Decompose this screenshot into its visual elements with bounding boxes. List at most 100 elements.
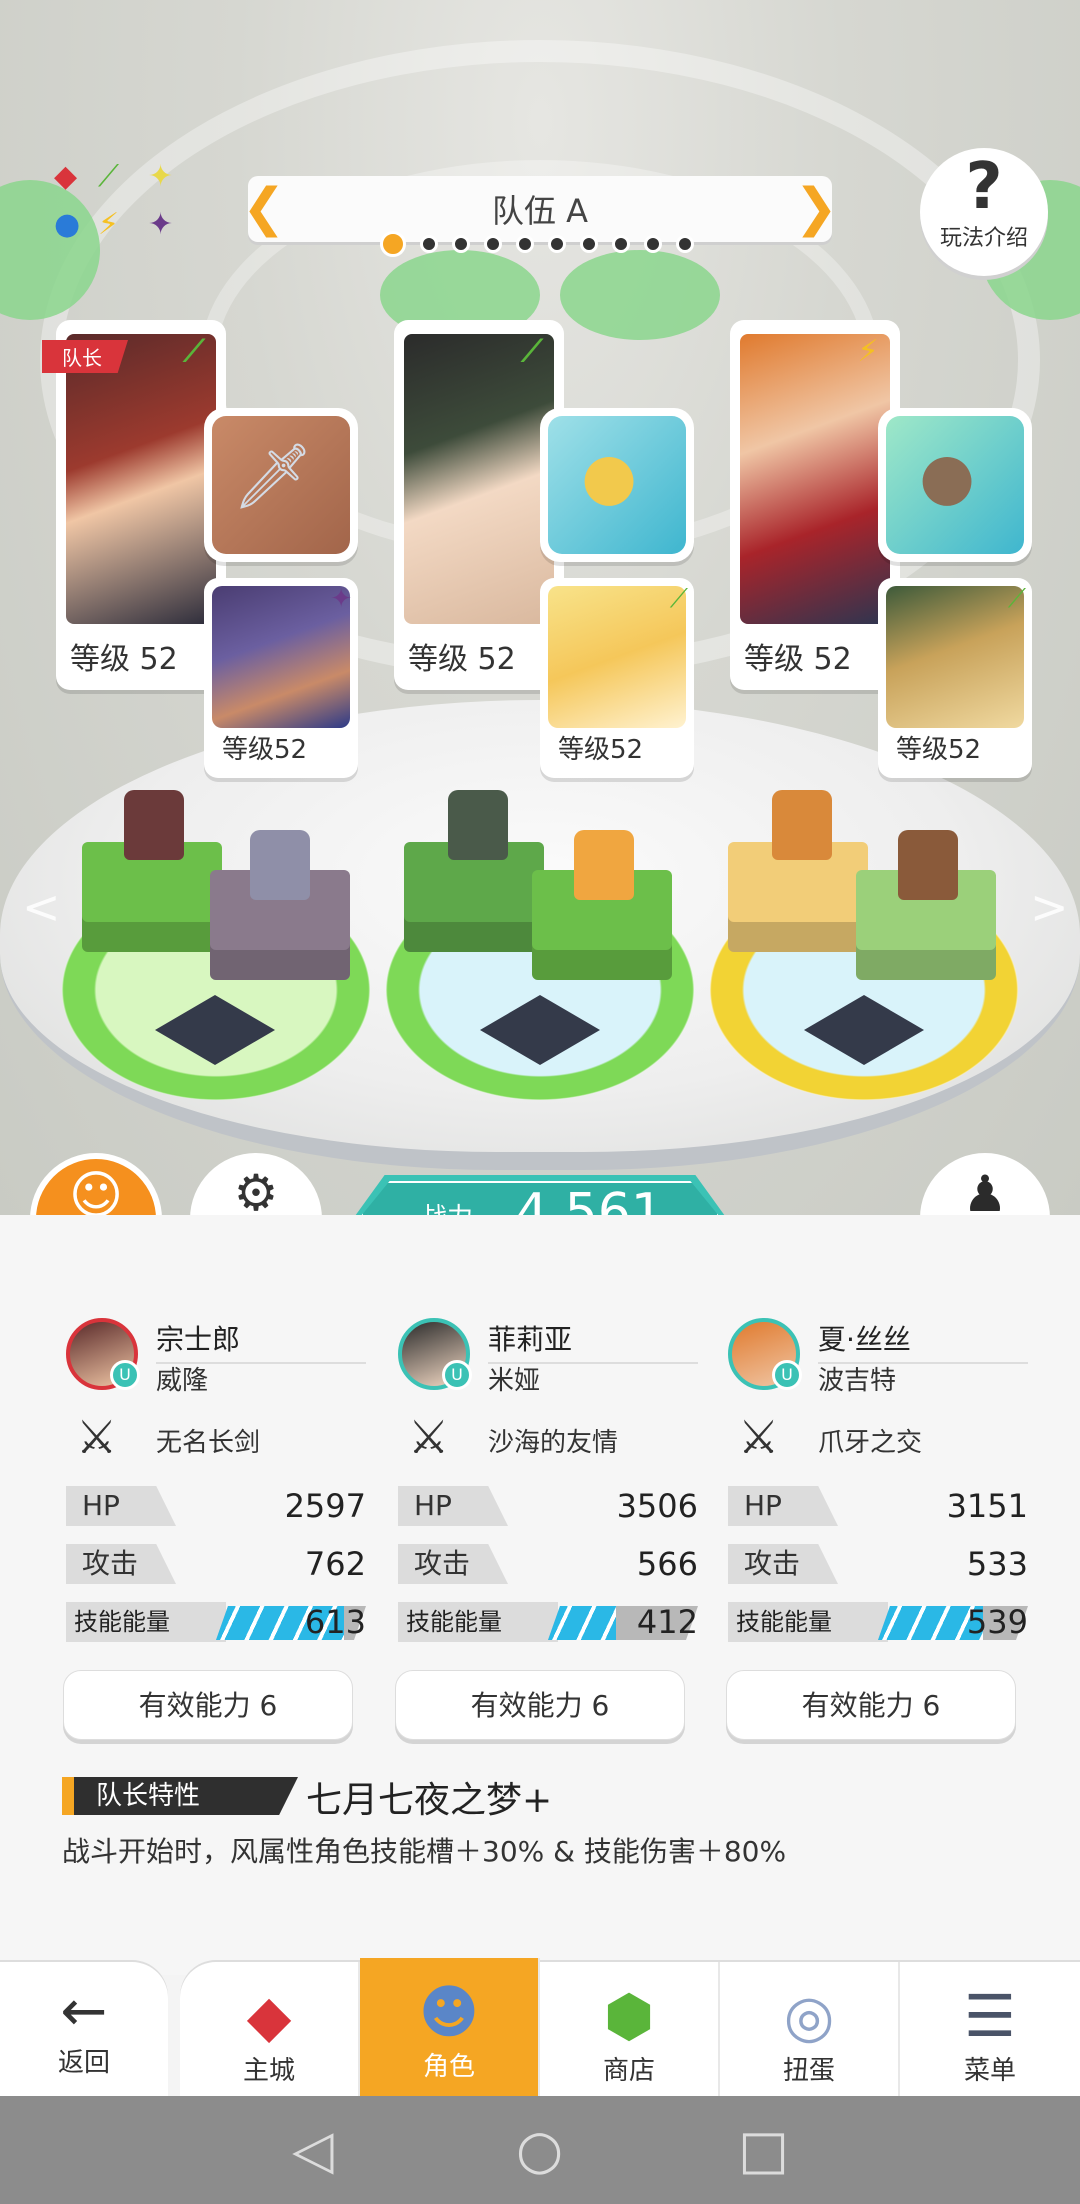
energy-label: 技能能量 [398,1602,558,1642]
nav-tab-shop[interactable]: ⬢ 商店 [540,1962,720,2110]
page-dot[interactable] [612,235,630,253]
avatar[interactable]: U [728,1318,802,1390]
support-badge-icon: U [110,1360,140,1390]
nav-tab-menu[interactable]: ☰ 菜单 [900,1962,1080,2110]
support-level: 等级52 [558,735,644,765]
page-dot[interactable] [644,235,662,253]
hp-value: 2597 [284,1487,366,1525]
dark-element-icon: ✦ [330,584,352,614]
atk-stat: 攻击 533 [728,1544,1028,1584]
equipment-slot-3[interactable]: ● [878,408,1032,562]
character-card-1[interactable]: ⟋ 等级 52 [56,320,226,690]
page-dot[interactable] [676,235,694,253]
ability-button-1[interactable]: 有效能力 6 [63,1670,353,1740]
support-name: 威隆 [156,1366,209,1396]
weapon-name: 爪牙之交 [818,1428,923,1458]
leader-skill: 队长特性 七月七夜之梦+ [62,1775,1062,1823]
atk-stat: 攻击 762 [66,1544,366,1584]
support-name: 波吉特 [818,1366,897,1396]
support-badge-icon: U [772,1360,802,1390]
leader-skill-tag: 队长特性 [62,1777,298,1815]
wind-element-icon: ⟋ [669,584,688,614]
element-affinity-chart[interactable]: ◆ ⟋ ✦ ● ⚡ ✦ [48,160,188,250]
support-level: 等级52 [222,735,308,765]
page-dot[interactable] [516,235,534,253]
energy-value: 412 [636,1603,698,1641]
system-recents-icon[interactable]: □ [738,2096,789,2204]
character-card-3[interactable]: ⚡ 等级 52 [730,320,900,690]
character-sprite[interactable] [448,790,508,860]
character-sprite[interactable] [772,790,832,860]
weapon-name: 无名长剑 [156,1428,261,1458]
scroll-right-icon[interactable]: > [1030,880,1069,934]
back-button[interactable]: ← 返回 [0,1962,168,2110]
hp-stat: HP 3506 [398,1486,698,1526]
equipment-slot-2[interactable]: ● [540,408,694,562]
system-home-icon[interactable]: ○ [516,2096,563,2204]
support-card-3[interactable]: ⟋ 等级52 [878,578,1032,778]
hp-stat: HP 2597 [66,1486,366,1526]
nav-tab-gacha[interactable]: ◎ 扭蛋 [720,1962,900,2110]
character-portrait [404,334,554,624]
avatar[interactable]: U [66,1318,140,1390]
atk-label: 攻击 [728,1544,838,1584]
water-element-icon: ● [54,207,81,242]
nav-tab-character[interactable]: ☻ 角色 [360,1958,540,2110]
atk-label: 攻击 [66,1544,176,1584]
nav-tab-town[interactable]: ◆ 主城 [180,1962,360,2110]
support-card-1[interactable]: ✦ 等级52 [204,578,358,778]
team-page-indicator [380,231,694,257]
nav-label: 扭蛋 [782,2056,835,2086]
atk-value: 533 [966,1545,1028,1583]
character-sprite[interactable] [124,790,184,860]
character-level: 等级 52 [70,642,178,677]
page-dot[interactable] [380,231,406,257]
next-team-arrow-icon[interactable]: ❯ [794,182,838,234]
support-sprite[interactable] [898,830,958,900]
hp-value: 3151 [946,1487,1028,1525]
page-dot[interactable] [484,235,502,253]
bush-decoration [560,250,720,340]
weapon-icon: ⚔ [738,1410,780,1464]
back-label: 返回 [57,2048,110,2078]
skill-energy-stat: 技能能量 613 [66,1602,366,1642]
page-dot[interactable] [420,235,438,253]
support-sprite[interactable] [250,830,310,900]
support-name: 米娅 [488,1366,541,1396]
nav-label: 主城 [242,2056,295,2086]
atk-value: 762 [304,1545,366,1583]
member-name: 菲莉亚 [488,1318,698,1364]
page-dot[interactable] [548,235,566,253]
leader-skill-description: 战斗开始时，风属性角色技能槽＋30% & 技能伤害＋80% [62,1835,787,1868]
atk-label: 攻击 [398,1544,508,1584]
nav-label: 菜单 [963,2056,1016,2086]
nav-label: 角色 [422,2052,475,2082]
wind-element-icon: ⟋ [521,334,543,369]
sand-orb-icon: ● [581,440,637,514]
wind-element-icon: ⟋ [1007,584,1026,614]
support-card-2[interactable]: ⟋ 等级52 [540,578,694,778]
support-sprite[interactable] [574,830,634,900]
help-button[interactable]: ? 玩法介绍 [920,148,1048,276]
page-dot[interactable] [452,235,470,253]
scroll-left-icon[interactable]: < [22,880,61,934]
character-card-2[interactable]: ⟋ 等级 52 [394,320,564,690]
member-name: 夏·丝丝 [818,1318,1028,1364]
support-portrait [886,586,1024,728]
weapon-icon: ⚔ [408,1410,450,1464]
avatar[interactable]: U [398,1318,472,1390]
system-back-icon[interactable]: ◁ [292,2096,334,2204]
member-name: 宗士郎 [156,1318,366,1364]
support-badge-icon: U [442,1360,472,1390]
nav-label: 商店 [602,2056,655,2086]
weapon-name: 沙海的友情 [488,1428,619,1458]
leader-skill-title: 七月七夜之梦+ [306,1780,553,1821]
ability-button-2[interactable]: 有效能力 6 [395,1670,685,1740]
fire-element-icon: ◆ [54,159,78,194]
support-portrait [548,586,686,728]
energy-label: 技能能量 [728,1602,888,1642]
ability-button-3[interactable]: 有效能力 6 [726,1670,1016,1740]
prev-team-arrow-icon[interactable]: ❮ [242,182,286,234]
equipment-slot-1[interactable]: 🗡 [204,408,358,562]
page-dot[interactable] [580,235,598,253]
